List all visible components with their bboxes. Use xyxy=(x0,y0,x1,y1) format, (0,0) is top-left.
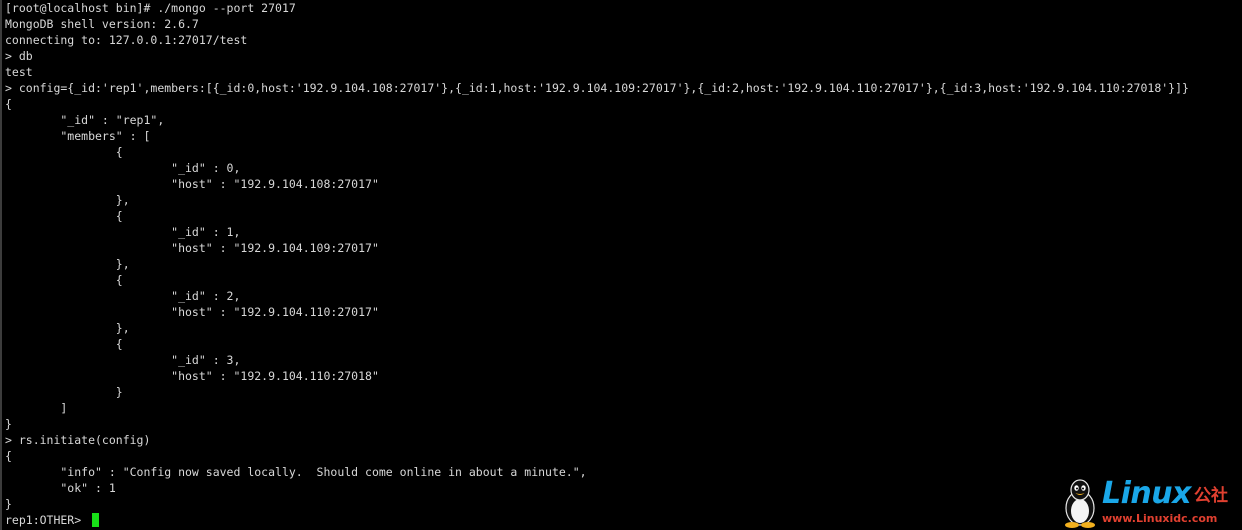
terminal-line: }, xyxy=(5,257,130,271)
terminal-line: "ok" : 1 xyxy=(5,481,116,495)
watermark-brand: Linux xyxy=(1102,476,1191,511)
terminal-line: MongoDB shell version: 2.6.7 xyxy=(5,17,199,31)
text-cursor xyxy=(92,513,100,527)
terminal-line: "info" : "Config now saved locally. Shou… xyxy=(5,465,587,479)
terminal-line: "host" : "192.9.104.109:27017" xyxy=(5,241,379,255)
terminal-line: }, xyxy=(5,193,130,207)
terminal-output: [root@localhost bin]# ./mongo --port 270… xyxy=(5,0,1189,528)
terminal-line: "_id" : 0, xyxy=(5,161,241,175)
terminal-line: > db xyxy=(5,49,33,63)
terminal-line: test xyxy=(5,65,33,79)
terminal-line: "_id" : 3, xyxy=(5,353,241,367)
terminal-line: "members" : [ xyxy=(5,129,151,143)
terminal-line: } xyxy=(5,497,12,511)
site-watermark: Linux 公社 www.Linuxidc.com xyxy=(1060,478,1236,528)
watermark-brand-cn: 公社 xyxy=(1194,486,1228,506)
watermark-url: www.Linuxidc.com xyxy=(1102,512,1218,525)
terminal-line: { xyxy=(5,209,123,223)
terminal-line: [root@localhost bin]# ./mongo --port 270… xyxy=(5,1,296,15)
command-prompt-line[interactable]: rep1:OTHER> xyxy=(5,512,1189,528)
terminal-line: connecting to: 127.0.0.1:27017/test xyxy=(5,33,248,47)
terminal-line: "host" : "192.9.104.108:27017" xyxy=(5,177,379,191)
terminal-line: > rs.initiate(config) xyxy=(5,433,151,447)
tux-penguin-icon xyxy=(1065,479,1095,528)
terminal-line: "_id" : 2, xyxy=(5,289,241,303)
terminal-line: } xyxy=(5,385,123,399)
terminal-line: { xyxy=(5,145,123,159)
terminal-line: }, xyxy=(5,321,130,335)
shell-prompt: rep1:OTHER> xyxy=(5,513,89,527)
terminal-line: } xyxy=(5,417,12,431)
terminal-line: { xyxy=(5,337,123,351)
terminal-line: { xyxy=(5,449,12,463)
terminal-line: "_id" : 1, xyxy=(5,225,241,239)
terminal-line: { xyxy=(5,97,12,111)
terminal-line: "host" : "192.9.104.110:27018" xyxy=(5,369,379,383)
terminal-window[interactable]: [root@localhost bin]# ./mongo --port 270… xyxy=(0,0,1242,530)
terminal-line: ] xyxy=(5,401,68,415)
terminal-line: { xyxy=(5,273,123,287)
terminal-line: "host" : "192.9.104.110:27017" xyxy=(5,305,379,319)
terminal-line: "_id" : "rep1", xyxy=(5,113,165,127)
terminal-line: > config={_id:'rep1',members:[{_id:0,hos… xyxy=(5,81,1189,95)
